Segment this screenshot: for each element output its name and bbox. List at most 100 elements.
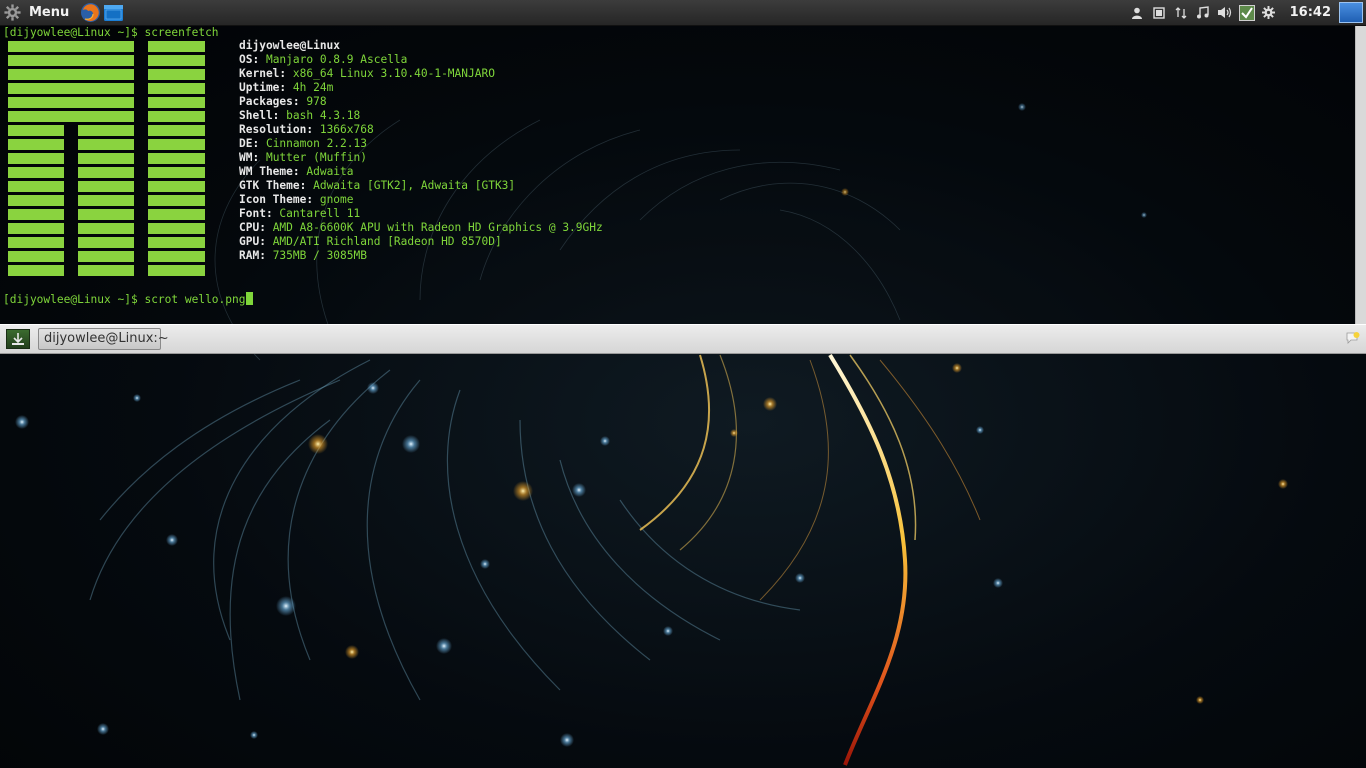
firefox-icon[interactable] [80, 2, 101, 23]
logo-bar [148, 195, 205, 206]
menu-label: Menu [29, 5, 70, 20]
system-info-row: Packages: 978 [239, 95, 603, 109]
system-info-row: RAM: 735MB / 3085MB [239, 249, 603, 263]
system-info-value: 4h 24m [286, 81, 334, 94]
shell-command: scrot wello.png [144, 293, 246, 306]
logo-bar [78, 167, 134, 178]
shell-prompt: [dijyowlee@Linux ~]$ [3, 293, 145, 306]
logo-bar [148, 265, 205, 276]
system-info-key: RAM: [239, 249, 266, 262]
system-info-value: gnome [313, 193, 354, 206]
terminal-window[interactable]: [dijyowlee@Linux ~]$ screenfetch dijyowl… [0, 26, 1355, 324]
logo-bar [148, 41, 205, 52]
logo-bar [148, 69, 205, 80]
logo-bar [8, 265, 64, 276]
system-info-value: Adwaita [GTK2], Adwaita [GTK3] [306, 179, 516, 192]
system-info-key: OS: [239, 53, 260, 66]
system-info-row: Kernel: x86_64 Linux 3.10.40-1-MANJARO [239, 67, 603, 81]
system-info-row: Font: Cantarell 11 [239, 207, 603, 221]
system-info-key: Uptime: [239, 81, 287, 94]
logo-bar [8, 83, 134, 94]
top-panel: Menu 16:42 [0, 0, 1366, 26]
system-info-value: Cantarell 11 [272, 207, 361, 220]
system-info-row: Shell: bash 4.3.18 [239, 109, 603, 123]
logo-bar [8, 139, 64, 150]
settings-icon[interactable] [1260, 4, 1278, 22]
system-info-row: CPU: AMD A8-6600K APU with Radeon HD Gra… [239, 221, 603, 235]
system-tray: 16:42 [1126, 0, 1366, 25]
system-info-value: Manjaro 0.8.9 Ascella [259, 53, 408, 66]
system-info-row: GPU: AMD/ATI Richland [Radeon HD 8570D] [239, 235, 603, 249]
logo-bar [78, 195, 134, 206]
update-icon[interactable] [1238, 4, 1256, 22]
logo-bar [8, 209, 64, 220]
system-info-key: WM Theme: [239, 165, 300, 178]
logo-bar [78, 251, 134, 262]
logo-bar [8, 111, 134, 122]
logo-bar [8, 55, 134, 66]
logo-bar [148, 83, 205, 94]
system-info-key: DE: [239, 137, 260, 150]
system-info-value: 1366x768 [313, 123, 374, 136]
system-info-key: Font: [239, 207, 273, 220]
system-info-row: OS: Manjaro 0.8.9 Ascella [239, 53, 603, 67]
user-icon[interactable] [1128, 4, 1146, 22]
system-info-row: Resolution: 1366x768 [239, 123, 603, 137]
logo-bar [8, 167, 64, 178]
clock[interactable]: 16:42 [1290, 5, 1331, 20]
terminal-scrollbar[interactable] [1355, 26, 1366, 324]
logo-bar [148, 153, 205, 164]
logo-bar [8, 237, 64, 248]
logo-bar [8, 69, 134, 80]
system-info-key: GTK Theme: [239, 179, 307, 192]
logo-bar [8, 181, 64, 192]
music-icon[interactable] [1194, 4, 1212, 22]
shell-command: screenfetch [144, 26, 219, 39]
system-info-value: x86_64 Linux 3.10.40-1-MANJARO [286, 67, 495, 80]
logo-bar [8, 97, 134, 108]
task-button-terminal[interactable]: dijyowlee@Linux:~ [38, 328, 169, 350]
logo-bar [8, 223, 64, 234]
system-info-value: bash 4.3.18 [279, 109, 361, 122]
system-info-key: WM: [239, 151, 260, 164]
logo-bar [148, 237, 205, 248]
volume-icon[interactable] [1216, 4, 1234, 22]
network-icon[interactable] [1172, 4, 1190, 22]
bottom-panel: dijyowlee@Linux:~ [0, 324, 1366, 354]
host-name: dijyowlee@Linux [239, 39, 341, 52]
logo-bar [8, 195, 64, 206]
system-info-row: GTK Theme: Adwaita [GTK2], Adwaita [GTK3… [239, 179, 603, 193]
task-button-label: dijyowlee@Linux:~ [44, 331, 169, 346]
menu-button[interactable]: Menu [4, 0, 69, 25]
system-info-key: Resolution: [239, 123, 314, 136]
show-desktop-icon[interactable] [6, 329, 30, 349]
logo-bar [8, 153, 64, 164]
logo-bar [148, 125, 205, 136]
system-info-row: DE: Cinnamon 2.2.13 [239, 137, 603, 151]
system-info-key: Shell: [239, 109, 280, 122]
logo-bar [8, 125, 64, 136]
system-info-key: CPU: [239, 221, 266, 234]
system-info-row: WM: Mutter (Muffin) [239, 151, 603, 165]
system-info-key: Packages: [239, 95, 300, 108]
file-manager-icon[interactable] [103, 2, 124, 23]
logo-bar [78, 181, 134, 192]
logo-bar [148, 97, 205, 108]
logo-bar [8, 251, 64, 262]
system-info-row: WM Theme: Adwaita [239, 165, 603, 179]
logo-bar [78, 209, 134, 220]
logo-bar [78, 125, 134, 136]
notification-icon[interactable] [1346, 331, 1360, 345]
workspace-switcher-icon[interactable] [1339, 2, 1363, 23]
terminal-line-command-1: [dijyowlee@Linux ~]$ screenfetch [3, 26, 219, 40]
screen-icon[interactable] [1150, 4, 1168, 22]
system-info-value: Adwaita [299, 165, 354, 178]
logo-bar [148, 111, 205, 122]
logo-bar [148, 55, 205, 66]
system-info-row: Uptime: 4h 24m [239, 81, 603, 95]
logo-bar [148, 181, 205, 192]
manjaro-logo [8, 41, 205, 276]
system-info-value: 978 [299, 95, 327, 108]
logo-bar [8, 41, 134, 52]
logo-bar [148, 223, 205, 234]
